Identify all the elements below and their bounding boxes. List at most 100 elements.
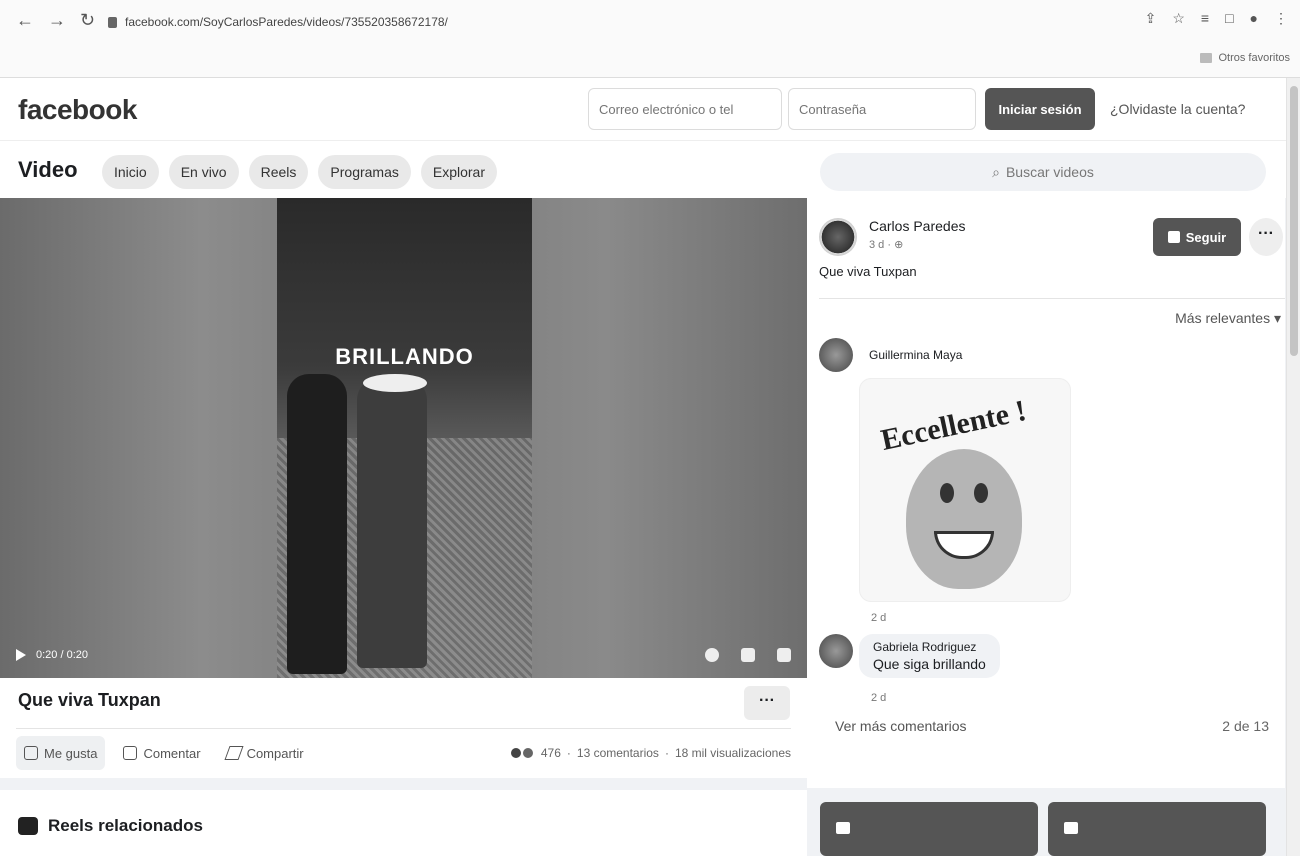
facebook-logo[interactable]: facebook	[18, 94, 137, 126]
menu-kebab-icon[interactable]: ⋮	[1274, 10, 1288, 27]
search-videos-input[interactable]: ⌕ Buscar videos	[820, 153, 1266, 191]
scrollbar-thumb[interactable]	[1290, 86, 1298, 356]
follow-icon	[1167, 231, 1180, 243]
post-meta: 3 d · ⊕	[869, 238, 903, 251]
commenter-name[interactable]: Guillermina Maya	[869, 348, 962, 362]
sticker-mouth	[934, 531, 994, 559]
follow-button[interactable]: Seguir	[1153, 218, 1241, 256]
like-label: Me gusta	[44, 745, 98, 761]
related-reels: Reels relacionados	[0, 790, 807, 856]
login-button[interactable]: Iniciar sesión	[985, 88, 1095, 130]
stats-separator: ·	[664, 746, 669, 760]
more-comments-link[interactable]: Ver más comentarios	[835, 718, 967, 734]
reels-heading: Reels relacionados	[18, 816, 203, 836]
like-button[interactable]: Me gusta	[16, 736, 106, 770]
post-actions: Me gusta Comentar Compartir	[16, 736, 312, 770]
email-field[interactable]	[588, 88, 782, 130]
author-more-button[interactable]: ···	[1249, 218, 1283, 256]
sticker-face	[906, 449, 1022, 589]
sticker-eye	[940, 483, 954, 503]
volume-icon[interactable]	[777, 648, 791, 662]
reaction-love-icon	[520, 746, 535, 760]
performer-figure	[357, 378, 427, 668]
thumbs-up-icon	[24, 746, 38, 760]
reload-icon[interactable]: ↻	[80, 10, 95, 31]
comment-time[interactable]: 2 d	[871, 692, 886, 704]
author-name[interactable]: Carlos Paredes	[869, 218, 966, 234]
share-icon[interactable]: ⇪	[1145, 10, 1157, 27]
avatar[interactable]	[819, 634, 853, 668]
forgot-account-link[interactable]: ¿Olvidaste la cuenta?	[1110, 101, 1245, 117]
sort-dropdown[interactable]: Más relevantes ▾	[1175, 310, 1281, 327]
post-info: Que viva Tuxpan ··· Me gusta Comentar Co…	[0, 678, 807, 778]
settings-gear-icon[interactable]	[705, 648, 719, 662]
live-card[interactable]	[1048, 802, 1266, 856]
tab-en-vivo[interactable]: En vivo	[168, 155, 239, 189]
tab-reels[interactable]: Reels	[248, 155, 309, 189]
reading-list-icon[interactable]: ≡	[1201, 10, 1209, 27]
play-video-icon	[836, 822, 850, 834]
post-more-button[interactable]: ···	[744, 686, 790, 720]
video-tabs: Inicio En vivo Reels Programas Explorar	[102, 155, 498, 189]
back-arrow-icon[interactable]: ←	[16, 10, 34, 31]
comments-panel: Carlos Paredes 3 d · ⊕ Que viva Tuxpan S…	[807, 198, 1285, 788]
share-label: Compartir	[246, 745, 304, 761]
profile-icon[interactable]: ●	[1250, 10, 1258, 27]
reactions-count[interactable]: 476	[541, 746, 561, 760]
player-right-controls	[705, 648, 791, 662]
comment-text: Que siga brillando	[873, 656, 986, 672]
password-field[interactable]	[788, 88, 976, 130]
avatar[interactable]	[819, 338, 853, 372]
section-title: Video	[18, 157, 78, 182]
address-bar[interactable]: facebook.com/SoyCarlosParedes/videos/735…	[108, 8, 1068, 36]
facebook-header: facebook Iniciar sesión ¿Olvidaste la cu…	[0, 78, 1300, 140]
tab-programas[interactable]: Programas	[318, 155, 411, 189]
comments-count[interactable]: 13 comentarios	[577, 746, 659, 760]
time-display: 0:20 / 0:20	[36, 649, 88, 661]
sidebar-icon[interactable]: □	[1225, 10, 1233, 27]
comments-pagination: 2 de 13	[1222, 718, 1269, 734]
performer-figure	[287, 374, 347, 674]
divider	[16, 728, 791, 729]
commenter-name[interactable]: Gabriela Rodriguez	[873, 640, 986, 654]
follow-label: Seguir	[1185, 229, 1227, 245]
fullscreen-icon[interactable]	[741, 648, 755, 662]
bottom-cards	[820, 802, 1266, 856]
browser-toolbar: ⇪ ☆ ≡ □ ● ⋮	[1145, 10, 1288, 27]
share-arrow-icon	[224, 746, 244, 760]
stats-separator: ·	[566, 746, 571, 760]
camera-icon	[1064, 822, 1078, 834]
hat-shape	[363, 374, 427, 392]
sticker-text: Eccellente !	[878, 394, 1030, 457]
share-button[interactable]: Compartir	[219, 736, 312, 770]
video-frame: BRILLANDO	[277, 198, 532, 678]
player-controls: 0:20 / 0:20	[0, 632, 807, 678]
search-icon: ⌕	[992, 163, 1000, 180]
sticker-eye	[974, 483, 988, 503]
search-placeholder: Buscar videos	[1005, 164, 1094, 180]
video-card[interactable]	[820, 802, 1038, 856]
play-icon[interactable]	[16, 649, 26, 661]
post-title: Que viva Tuxpan	[18, 690, 161, 710]
star-icon[interactable]: ☆	[1172, 10, 1185, 27]
video-nav: Video Inicio En vivo Reels Programas Exp…	[0, 140, 1300, 198]
reels-label: Reels relacionados	[48, 816, 203, 835]
post-caption: Que viva Tuxpan	[819, 264, 917, 279]
lock-icon	[108, 16, 117, 28]
page-scrollbar[interactable]	[1286, 78, 1300, 856]
tab-explorar[interactable]: Explorar	[420, 155, 498, 189]
comment-time[interactable]: 2 d	[871, 612, 886, 624]
post-time: 3 d ·	[869, 239, 895, 251]
other-bookmarks[interactable]: Otros favoritos	[1200, 52, 1290, 64]
folder-icon	[1200, 53, 1213, 63]
post-stats: 476 · 13 comentarios · 18 mil visualizac…	[508, 746, 791, 760]
sort-label: Más relevantes	[1175, 310, 1271, 326]
comment-sticker: Eccellente !	[859, 378, 1071, 602]
video-player[interactable]: BRILLANDO 0:20 / 0:20	[0, 198, 807, 678]
forward-arrow-icon[interactable]: →	[48, 10, 66, 31]
divider	[819, 298, 1285, 299]
comment-button[interactable]: Comentar	[115, 736, 208, 770]
video-overlay-text: BRILLANDO	[335, 344, 474, 369]
avatar[interactable]	[819, 218, 857, 256]
tab-inicio[interactable]: Inicio	[102, 155, 159, 189]
